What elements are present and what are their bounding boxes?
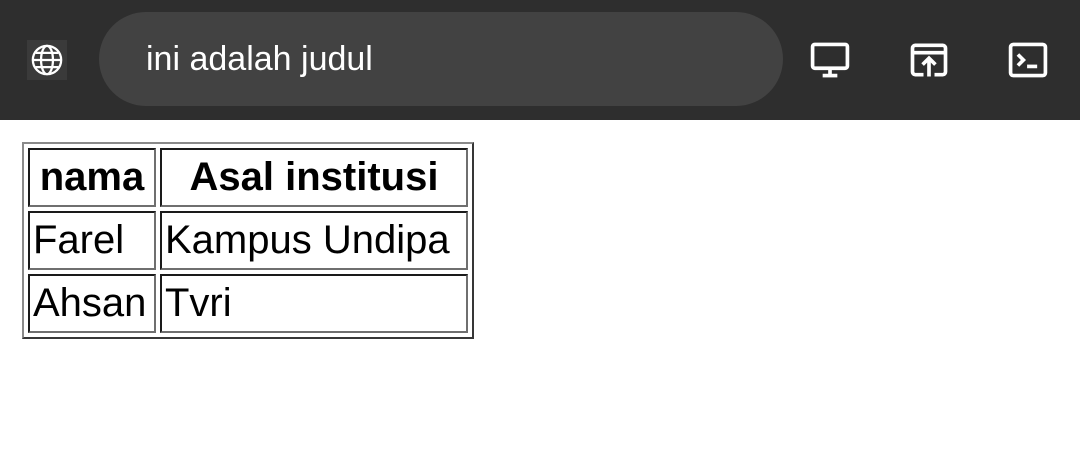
table-cell-nama: Farel: [28, 211, 156, 270]
table-header-row: nama Asal institusi: [28, 148, 468, 207]
table-cell-asal-institusi: Tvri: [160, 274, 468, 333]
table-row: Farel Kampus Undipa: [28, 211, 468, 270]
open-in-app-icon[interactable]: [907, 38, 951, 82]
column-header-nama: nama: [28, 148, 156, 207]
table-row: Ahsan Tvri: [28, 274, 468, 333]
address-text: ini adalah judul: [146, 40, 373, 78]
table-cell-asal-institusi: Kampus Undipa: [160, 211, 468, 270]
address-bar[interactable]: ini adalah judul: [99, 12, 783, 106]
browser-toolbar: ini adalah judul: [0, 0, 1080, 120]
terminal-icon[interactable]: [1006, 38, 1050, 82]
column-header-asal-institusi: Asal institusi: [160, 148, 468, 207]
table-cell-nama: Ahsan: [28, 274, 156, 333]
desktop-icon[interactable]: [808, 38, 852, 82]
globe-icon[interactable]: [27, 40, 67, 80]
data-table: nama Asal institusi Farel Kampus Undipa …: [22, 142, 474, 339]
